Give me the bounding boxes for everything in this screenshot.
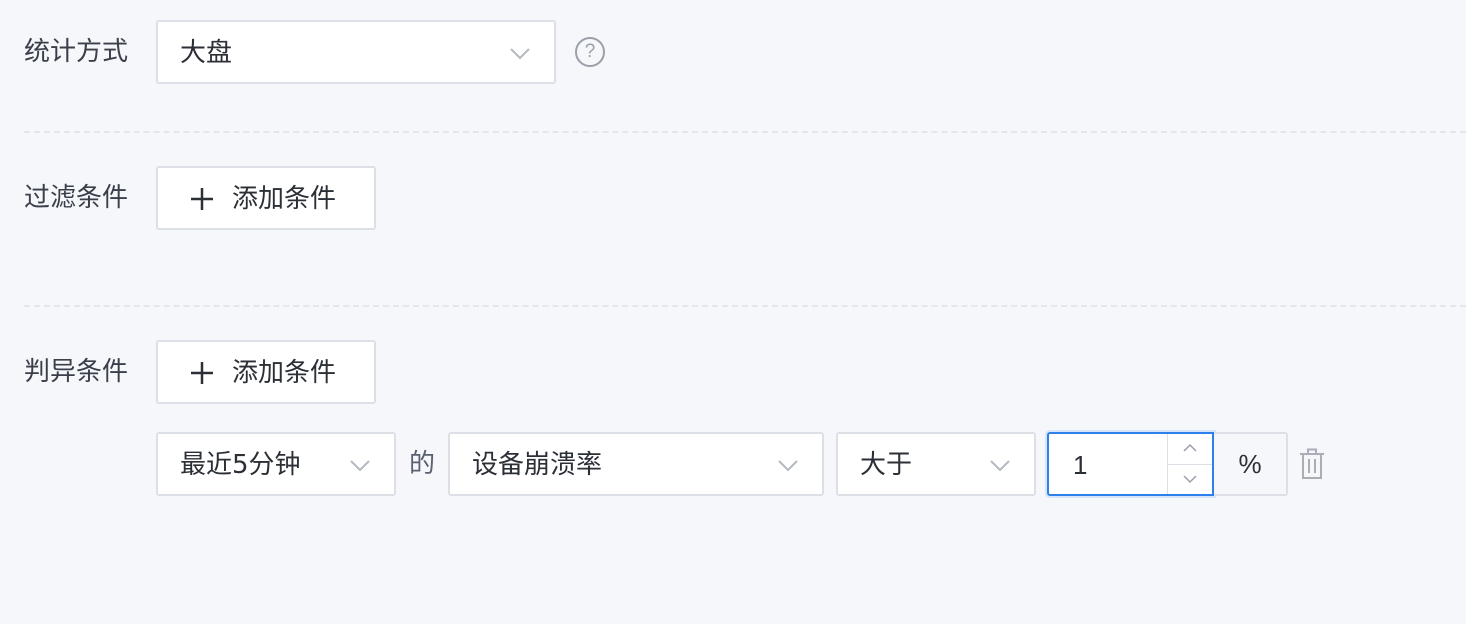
connector-text: 的 bbox=[409, 449, 436, 479]
chevron-down-icon bbox=[990, 460, 1010, 472]
metric-value: 设备崩溃率 bbox=[472, 450, 603, 480]
chevron-down-icon bbox=[510, 48, 530, 60]
trash-icon[interactable] bbox=[1298, 448, 1326, 480]
stat-method-value: 大盘 bbox=[180, 38, 233, 68]
add-anomaly-condition-button[interactable]: 添加条件 bbox=[156, 340, 376, 404]
add-anomaly-condition-label: 添加条件 bbox=[232, 358, 337, 388]
decrement-button[interactable] bbox=[1168, 464, 1212, 495]
chevron-up-icon bbox=[1183, 443, 1197, 452]
chevron-down-icon bbox=[1183, 475, 1197, 484]
number-stepper bbox=[1167, 434, 1212, 494]
time-window-select[interactable]: 最近5分钟 bbox=[156, 432, 396, 496]
unit-suffix: % bbox=[1214, 432, 1288, 496]
section-divider bbox=[24, 131, 1466, 133]
stat-method-select[interactable]: 大盘 bbox=[156, 20, 556, 84]
anomaly-conditions-label: 判异条件 bbox=[24, 357, 129, 387]
add-filter-condition-label: 添加条件 bbox=[232, 184, 337, 214]
threshold-value[interactable]: 1 bbox=[1073, 449, 1087, 481]
threshold-number-input[interactable]: 1 bbox=[1047, 432, 1214, 496]
operator-select[interactable]: 大于 bbox=[836, 432, 1036, 496]
plus-icon bbox=[191, 188, 213, 210]
metric-select[interactable]: 设备崩溃率 bbox=[448, 432, 824, 496]
increment-button[interactable] bbox=[1168, 434, 1212, 464]
stat-method-label: 统计方式 bbox=[24, 37, 129, 67]
filter-conditions-label: 过滤条件 bbox=[24, 183, 129, 213]
add-filter-condition-button[interactable]: 添加条件 bbox=[156, 166, 376, 230]
section-divider bbox=[24, 305, 1466, 307]
question-circle-icon[interactable]: ? bbox=[575, 37, 605, 67]
operator-value: 大于 bbox=[860, 450, 913, 480]
plus-icon bbox=[191, 362, 213, 384]
chevron-down-icon bbox=[350, 460, 370, 472]
time-window-value: 最近5分钟 bbox=[180, 450, 301, 480]
chevron-down-icon bbox=[778, 460, 798, 472]
